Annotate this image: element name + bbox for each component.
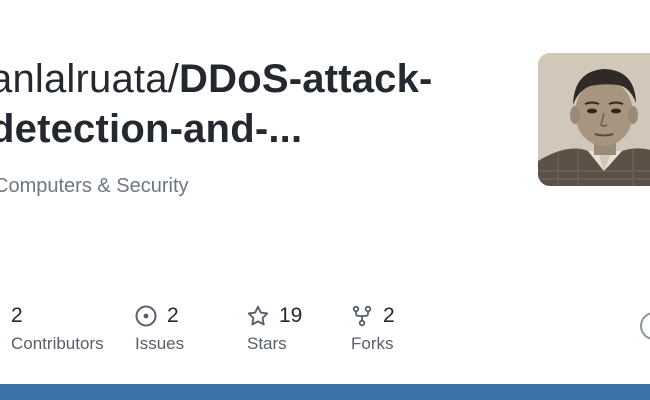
repo-forked-icon: [351, 305, 373, 327]
repo-name-part-2[interactable]: detection-and-...: [0, 104, 510, 154]
stat-issues[interactable]: 2 Issues: [135, 300, 184, 354]
contributors-label: Contributors: [11, 334, 104, 353]
star-icon: [247, 305, 269, 327]
repo-stats: 2 Contributors 2 Issues 19 Stars 2 Forks: [0, 300, 650, 360]
forks-label: Forks: [351, 334, 394, 353]
stars-label: Stars: [247, 334, 287, 353]
repo-description: Computers & Security: [0, 175, 189, 197]
repo-title[interactable]: anlalruata/DDoS-attack- detection-and-..…: [0, 54, 510, 154]
forks-count: 2: [383, 304, 395, 327]
repo-title-line-1: anlalruata/DDoS-attack-: [0, 54, 510, 104]
repo-name-part-1[interactable]: DDoS-attack-: [179, 57, 433, 101]
avatar-photo-icon: [538, 53, 650, 186]
owner-avatar[interactable]: [538, 53, 650, 186]
stat-stars[interactable]: 19 Stars: [247, 300, 302, 354]
issues-label: Issues: [135, 334, 185, 353]
contributors-count: 2: [11, 304, 23, 327]
repo-social-card: anlalruata/DDoS-attack- detection-and-..…: [0, 0, 650, 400]
stars-count: 19: [279, 304, 303, 327]
stat-forks[interactable]: 2 Forks: [351, 300, 395, 354]
stat-contributors[interactable]: 2 Contributors: [11, 300, 104, 354]
repo-owner[interactable]: anlalruata: [0, 57, 168, 101]
issues-count: 2: [167, 304, 179, 327]
repo-separator: /: [167, 57, 180, 101]
language-color-bar: [0, 384, 650, 400]
issue-opened-icon: [135, 305, 157, 327]
